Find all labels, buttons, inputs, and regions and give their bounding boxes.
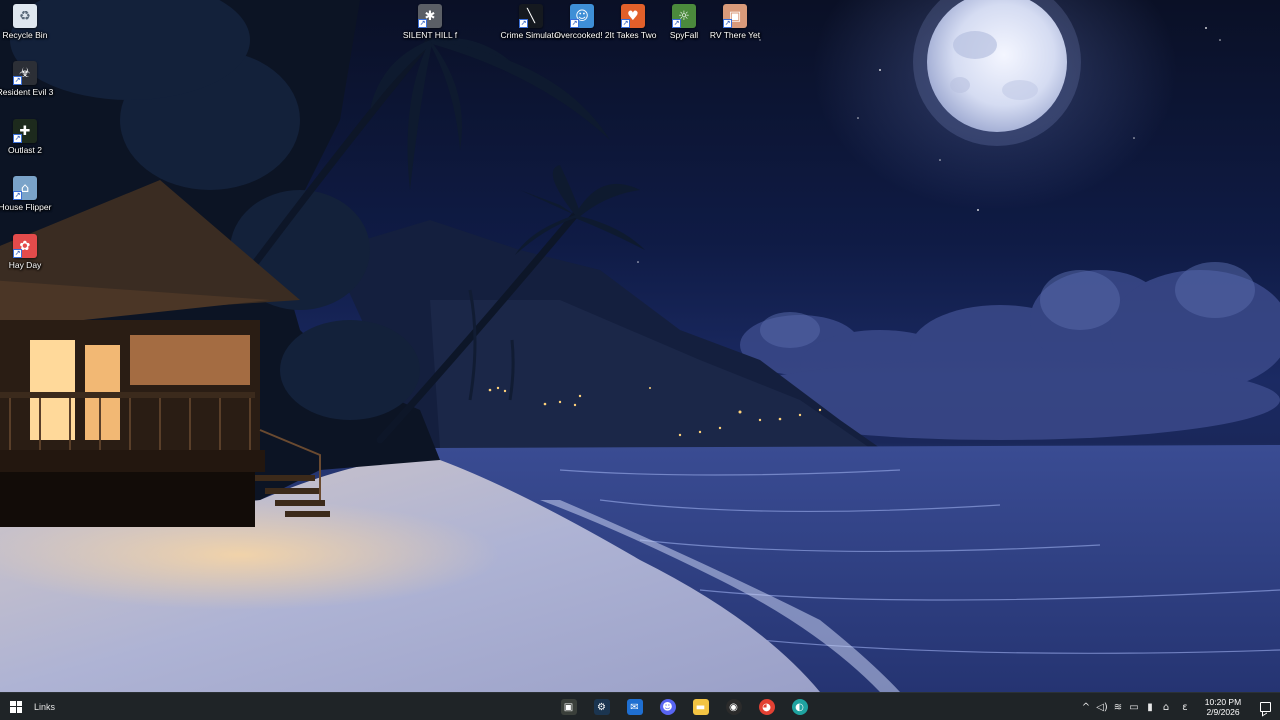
crime-simulator-icon: ╲ ↗ [519, 4, 543, 28]
shortcut-arrow-icon: ↗ [13, 191, 22, 200]
edge-icon: ◐ [791, 699, 808, 715]
wifi-icon[interactable]: ⌂ [1158, 693, 1174, 720]
taskbar: Links ▣ ⚙ ✉ ☻ ▬ ◉ ◕ ◐ ^ ◁) ≋ ▭ ▮ ⌂ ε 10:20 PM 2… [0, 692, 1280, 720]
overcooked-icon: ☺ ↗ [570, 4, 594, 28]
file-explorer-icon: ▬ [692, 699, 709, 715]
silent-hill-icon: ✱ ↗ [418, 4, 442, 28]
moon [913, 0, 1081, 146]
desktop-icon-outlast[interactable]: ✚ ↗ Outlast 2 [0, 115, 62, 156]
start-button[interactable] [0, 693, 32, 720]
desktop-icon-label: RV There Yet [709, 30, 761, 40]
shortcut-arrow-icon: ↗ [519, 19, 528, 28]
desktop-icon-label: House Flipper [0, 202, 52, 212]
obs-icon: ◉ [725, 699, 742, 715]
taskbar-discord-button[interactable]: ☻ [651, 693, 684, 720]
desktop-icon-label: Resident Evil 3 [0, 87, 54, 97]
house-flipper-icon: ⌂ ↗ [13, 176, 37, 200]
chevron-up-icon[interactable]: ^ [1078, 693, 1094, 720]
taskbar-chrome-button[interactable]: ◕ [750, 693, 783, 720]
speaker-icon[interactable]: ◁) [1094, 693, 1110, 720]
desktop-icon-recycle-bin[interactable]: ♻ Recycle Bin [0, 0, 62, 41]
shortcut-arrow-icon: ↗ [621, 19, 630, 28]
desktop-icon-hay-day[interactable]: ✿ ↗ Hay Day [0, 230, 62, 271]
desktop-icon-rv-there-yet[interactable]: ▣ ↗ RV There Yet [698, 0, 772, 41]
desktop-icon-house-flipper[interactable]: ⌂ ↗ House Flipper [0, 172, 62, 213]
shortcut-arrow-icon: ↗ [672, 19, 681, 28]
it-takes-two-icon: ♥ ↗ [621, 4, 645, 28]
taskbar-steam-button[interactable]: ⚙ [585, 693, 618, 720]
desktop-icon-label: Hay Day [8, 260, 42, 270]
taskbar-mail-button[interactable]: ✉ [618, 693, 651, 720]
recycle-bin-icon: ♻ [13, 4, 37, 28]
hay-day-icon: ✿ ↗ [13, 234, 37, 258]
shortcut-arrow-icon: ↗ [723, 19, 732, 28]
shortcut-arrow-icon: ↗ [13, 76, 22, 85]
taskbar-file-explorer-button[interactable]: ▬ [684, 693, 717, 720]
microphone-icon[interactable]: ▮ [1142, 693, 1158, 720]
shortcut-arrow-icon: ↗ [13, 249, 22, 258]
taskbar-xbox-button[interactable]: ▣ [552, 693, 585, 720]
spyfall-icon: ☼ ↗ [672, 4, 696, 28]
xbox-icon: ▣ [560, 699, 577, 715]
clock[interactable]: 10:20 PM 2/9/2026 [1196, 697, 1250, 717]
pinned-apps: ▣ ⚙ ✉ ☻ ▬ ◉ ◕ ◐ [552, 693, 816, 720]
discord-icon: ☻ [659, 699, 676, 715]
input-indicator[interactable]: ε [1174, 693, 1196, 720]
clock-time: 10:20 PM [1204, 697, 1242, 707]
desktop-icon-label: Outlast 2 [7, 145, 43, 155]
start-icon [10, 700, 22, 713]
desktop-icon-resident-evil[interactable]: ☣ ↗ Resident Evil 3 [0, 57, 62, 98]
shortcut-arrow-icon: ↗ [570, 19, 579, 28]
device-icon[interactable]: ▭ [1126, 693, 1142, 720]
steam-icon: ⚙ [593, 699, 610, 715]
shortcut-arrow-icon: ↗ [13, 134, 22, 143]
resident-evil-icon: ☣ ↗ [13, 61, 37, 85]
notification-center-button[interactable] [1250, 693, 1280, 720]
network-off-icon[interactable]: ≋ [1110, 693, 1126, 720]
system-tray: ^ ◁) ≋ ▭ ▮ ⌂ ε 10:20 PM 2/9/2026 [1078, 693, 1280, 720]
desktop-icon-silent-hill[interactable]: ✱ ↗ SILENT HILL f [393, 0, 467, 41]
mail-icon: ✉ [626, 699, 643, 715]
taskbar-obs-button[interactable]: ◉ [717, 693, 750, 720]
beach-night-scene [0, 0, 1280, 692]
clock-date: 2/9/2026 [1206, 707, 1240, 717]
notification-icon [1259, 702, 1271, 712]
desktop-wallpaper [0, 0, 1280, 692]
rv-there-yet-icon: ▣ ↗ [723, 4, 747, 28]
chrome-icon: ◕ [758, 699, 775, 715]
taskbar-edge-button[interactable]: ◐ [783, 693, 816, 720]
links-toolbar[interactable]: Links [34, 702, 55, 712]
outlast-icon: ✚ ↗ [13, 119, 37, 143]
shortcut-arrow-icon: ↗ [418, 19, 427, 28]
desktop-icon-label: Recycle Bin [2, 30, 48, 40]
desktop-icon-label: SILENT HILL f [402, 30, 458, 40]
